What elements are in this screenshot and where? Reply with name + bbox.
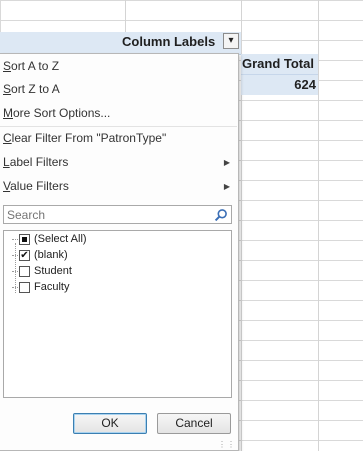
- value-filters-label: alue Filters: [10, 179, 69, 193]
- search-input[interactable]: [4, 206, 207, 223]
- search-icon: [214, 209, 227, 222]
- sort-a-to-z-accesskey: S: [3, 59, 12, 73]
- list-item-label: Student: [34, 265, 72, 277]
- more-sort-label: ore Sort Options...: [13, 106, 111, 120]
- sort-a-to-z-item[interactable]: Sort A to Z: [3, 55, 59, 77]
- label-filters-item[interactable]: Label Filters: [3, 151, 233, 173]
- blank-checkbox[interactable]: ✔: [19, 249, 30, 261]
- label-filters-label: abel Filters: [9, 155, 69, 169]
- tree-connector: [12, 238, 18, 240]
- tree-connector: [12, 254, 18, 256]
- list-item-label: (Select All): [34, 233, 87, 245]
- column-labels-header: Column Labels: [122, 34, 216, 49]
- list-item-label: (blank): [34, 249, 68, 261]
- search-box[interactable]: [3, 205, 232, 224]
- list-item-label: Faculty: [34, 281, 70, 293]
- cancel-button[interactable]: Cancel: [157, 413, 231, 434]
- more-sort-options-item[interactable]: More Sort Options...: [3, 102, 110, 124]
- sort-z-to-a-item[interactable]: Sort Z to A: [3, 78, 60, 100]
- tree-connector: [12, 286, 18, 288]
- faculty-checkbox[interactable]: [19, 281, 30, 293]
- submenu-arrow-icon: ▶: [223, 182, 230, 191]
- sort-z-to-a-label: ort Z to A: [11, 82, 60, 96]
- list-item-faculty[interactable]: Faculty: [12, 279, 69, 295]
- submenu-arrow-icon: ▶: [223, 158, 230, 167]
- ok-button[interactable]: OK: [73, 413, 147, 434]
- list-item-student[interactable]: Student: [12, 263, 72, 279]
- sort-z-to-a-accesskey: S: [3, 82, 12, 96]
- more-sort-accesskey: M: [3, 106, 13, 120]
- clear-filter-item[interactable]: Clear Filter From "PatronType": [3, 127, 166, 149]
- grand-total-value: 624: [294, 77, 316, 92]
- sort-a-to-z-label: ort A to Z: [11, 59, 60, 73]
- grand-total-label: Grand Total: [242, 56, 314, 71]
- resize-grip-icon[interactable]: ⋮⋮: [218, 441, 236, 449]
- list-item-blank[interactable]: ✔ (blank): [12, 247, 68, 263]
- filter-values-list[interactable]: (Select All) ✔ (blank) Student Faculty: [3, 230, 232, 398]
- list-item-select-all[interactable]: (Select All): [12, 231, 87, 247]
- student-checkbox[interactable]: [19, 265, 30, 277]
- column-divider: [318, 0, 319, 451]
- clear-filter-accesskey: C: [3, 131, 12, 145]
- value-filters-item[interactable]: Value Filters: [3, 175, 233, 197]
- filter-dropdown-menu: Sort A to Z Sort Z to A More Sort Option…: [0, 53, 239, 451]
- select-all-checkbox[interactable]: [19, 233, 30, 245]
- tree-connector: [12, 270, 18, 272]
- label-filters-accesskey: L: [3, 155, 10, 169]
- clear-filter-label: lear Filter From "PatronType": [11, 131, 167, 145]
- filter-dropdown-icon[interactable]: ▾: [223, 33, 239, 49]
